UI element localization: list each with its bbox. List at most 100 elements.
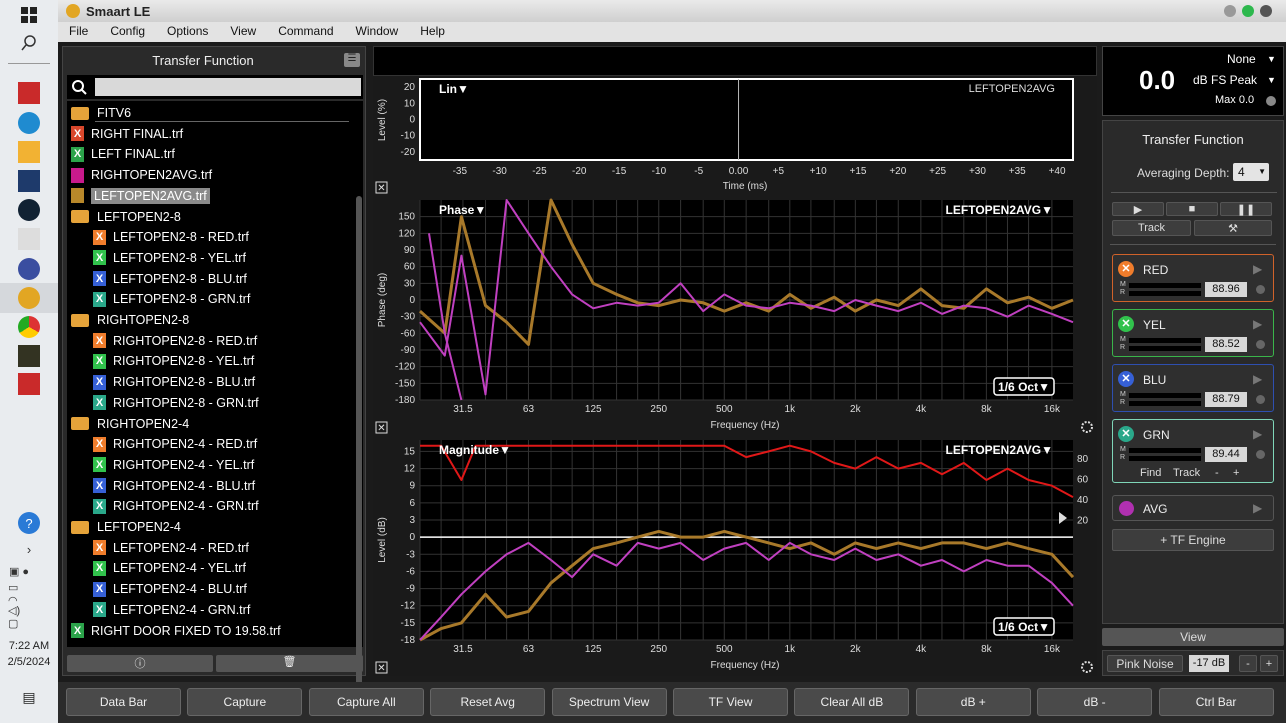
tree-file[interactable]: X LEFTOPEN2-8 - BLU.trf — [93, 269, 247, 289]
app-icon-red[interactable] — [18, 82, 40, 104]
menu-window[interactable]: Window — [345, 22, 410, 42]
tree-file[interactable]: X RIGHTOPEN2-8 - GRN.trf — [93, 393, 259, 413]
ctrl-button-capture[interactable]: Capture — [187, 688, 303, 716]
avg-channel[interactable]: AVG ▶ — [1112, 495, 1274, 521]
channel-blu[interactable]: ✕ BLU ▶ M R 88.79 — [1112, 364, 1274, 412]
magnitude-chart[interactable]: 15129630-3-6-9-12-15-1831.5 63 125 250 500 1k… — [373, 438, 1097, 676]
channel-yel[interactable]: ✕ YEL ▶ M R 88.52 — [1112, 309, 1274, 357]
tree-file[interactable]: RIGHTOPEN2AVG.trf — [71, 165, 212, 185]
phase-chart[interactable]: 150 120 90 60 30 0 -30 -60 -90 -120 -150 -180 31.5 63… — [373, 198, 1097, 436]
chevron-down-icon[interactable]: ▼ — [1267, 54, 1276, 64]
ctrl-button-clear-all-db[interactable]: Clear All dB — [794, 688, 910, 716]
tree-file[interactable]: X LEFTOPEN2-4 - RED.trf — [93, 538, 249, 558]
maximize-icon[interactable] — [1242, 5, 1254, 17]
stop-button[interactable]: ■ — [1166, 202, 1218, 216]
tf-engine-button[interactable]: + TF Engine — [1112, 529, 1274, 551]
plus-button[interactable]: + — [1233, 467, 1239, 479]
tools-icon[interactable]: ⚒ — [1194, 220, 1272, 236]
ctrl-button-db-[interactable]: dB - — [1037, 688, 1153, 716]
averaging-depth-select[interactable]: 4 ▼ — [1233, 163, 1269, 181]
channel-delay-value[interactable]: 88.52 — [1205, 337, 1247, 352]
pause-button[interactable]: ❚❚ — [1220, 202, 1272, 216]
search-icon[interactable] — [18, 32, 40, 54]
channel-delay-value[interactable]: 88.79 — [1205, 392, 1247, 407]
panel-menu-icon[interactable]: ☰ — [344, 53, 360, 67]
tree-file[interactable]: X LEFTOPEN2-8 - GRN.trf — [93, 289, 250, 309]
volume-icon[interactable]: ◁) ▢ — [8, 605, 30, 630]
view-button[interactable]: View — [1102, 628, 1284, 646]
close-icon[interactable] — [1260, 5, 1272, 17]
smaart-icon[interactable] — [18, 287, 40, 309]
tree-file[interactable]: X LEFT FINAL.trf — [71, 144, 175, 164]
tree-file[interactable]: LEFTOPEN2AVG.trf — [71, 186, 210, 206]
menu-options[interactable]: Options — [156, 22, 219, 42]
tree-folder[interactable]: LEFTOPEN2-4 — [71, 517, 181, 537]
channel-close-icon[interactable]: ✕ — [1118, 426, 1134, 442]
tray-icons[interactable]: ▣ ● — [8, 560, 30, 582]
channel-delay-value[interactable]: 88.96 — [1205, 282, 1247, 297]
play-icon[interactable]: ▶ — [1253, 262, 1262, 276]
tree-file[interactable]: X RIGHTOPEN2-8 - RED.trf — [93, 331, 257, 351]
clock-date[interactable]: 2/5/2024 — [0, 656, 58, 668]
tree-file[interactable]: X LEFTOPEN2-4 - GRN.trf — [93, 600, 250, 620]
tree-file[interactable]: X RIGHT DOOR FIXED TO 19.58.trf — [71, 621, 281, 641]
tree-file[interactable]: X RIGHT FINAL.trf — [71, 124, 183, 144]
tree-folder[interactable]: RIGHTOPEN2-8 — [71, 310, 189, 330]
menu-file[interactable]: File — [58, 22, 99, 42]
channel-close-icon[interactable]: ✕ — [1118, 316, 1134, 332]
channel-dot[interactable] — [1256, 285, 1265, 294]
play-button[interactable]: ▶ — [1112, 202, 1164, 216]
tree-file[interactable]: X RIGHTOPEN2-4 - YEL.trf — [93, 455, 254, 475]
track-button[interactable]: Track — [1112, 220, 1191, 236]
play-icon[interactable]: ▶ — [1253, 501, 1262, 515]
edge-icon[interactable] — [18, 112, 40, 134]
pink-minus-button[interactable]: - — [1239, 655, 1257, 672]
channel-dot[interactable] — [1256, 340, 1265, 349]
ctrl-button-spectrum-view[interactable]: Spectrum View — [551, 688, 667, 716]
tree-file[interactable]: X LEFTOPEN2-4 - BLU.trf — [93, 579, 247, 599]
channel-dot[interactable] — [1256, 450, 1265, 459]
channel-red[interactable]: ✕ RED ▶ M R 88.96 — [1112, 254, 1274, 302]
ctrl-button-db-[interactable]: dB + — [915, 688, 1031, 716]
search-input[interactable] — [95, 78, 361, 96]
chevron-down-icon[interactable]: ▼ — [1267, 75, 1276, 85]
info-button[interactable]: ⓘ — [67, 655, 213, 672]
channel-close-icon[interactable]: ✕ — [1118, 261, 1134, 277]
play-icon[interactable]: ▶ — [1253, 317, 1262, 331]
track-button[interactable]: Track — [1173, 467, 1200, 479]
channel-grn[interactable]: ✕ GRN ▶ M R 89.44 Find Track - + — [1112, 419, 1274, 483]
app-icon-blue[interactable] — [18, 258, 40, 280]
pink-noise-level[interactable]: -17 dB — [1189, 655, 1229, 672]
minimize-icon[interactable] — [1224, 5, 1236, 17]
notification-icon[interactable]: ▤ — [18, 686, 40, 708]
tree-file[interactable]: X LEFTOPEN2-8 - YEL.trf — [93, 248, 246, 268]
meter-source[interactable]: None — [1227, 52, 1256, 66]
find-button[interactable]: Find — [1140, 467, 1161, 479]
tree-file[interactable]: X RIGHTOPEN2-8 - YEL.trf — [93, 351, 254, 371]
chevron-right-icon[interactable]: › — [18, 538, 40, 560]
ctrl-button-reset-avg[interactable]: Reset Avg — [430, 688, 546, 716]
tree-file[interactable]: X RIGHTOPEN2-4 - RED.trf — [93, 434, 257, 454]
channel-delay-value[interactable]: 89.44 — [1205, 447, 1247, 462]
ctrl-button-ctrl-bar[interactable]: Ctrl Bar — [1158, 688, 1274, 716]
impulse-chart[interactable]: -35 -30 -25 -20 -15 -10 -5 0.00 +5 +10 +15 +20 +25 +3… — [373, 76, 1097, 196]
menu-config[interactable]: Config — [99, 22, 156, 42]
tree-file[interactable]: X RIGHTOPEN2-4 - GRN.trf — [93, 496, 259, 516]
tree-folder[interactable]: LEFTOPEN2-8 — [71, 207, 181, 227]
menu-command[interactable]: Command — [267, 22, 344, 42]
ctrl-button-capture-all[interactable]: Capture All — [308, 688, 424, 716]
channel-dot[interactable] — [1256, 395, 1265, 404]
pink-plus-button[interactable]: + — [1260, 655, 1278, 672]
menu-help[interactable]: Help — [409, 22, 456, 42]
pink-noise-button[interactable]: Pink Noise — [1107, 655, 1183, 672]
meter-mode[interactable]: dB FS Peak — [1193, 73, 1257, 87]
rew-icon[interactable] — [18, 170, 40, 192]
ctrl-button-data-bar[interactable]: Data Bar — [66, 688, 181, 716]
tree-folder[interactable]: FITV6 — [71, 103, 131, 123]
delete-button[interactable]: 🗑 — [216, 655, 363, 672]
meter-reset-dot[interactable] — [1266, 96, 1276, 106]
chrome-icon[interactable] — [18, 316, 40, 338]
tree-file[interactable]: X RIGHTOPEN2-8 - BLU.trf — [93, 372, 255, 392]
battery-wifi-icon[interactable]: ▭ ◠ — [8, 582, 30, 607]
minus-button[interactable]: - — [1215, 467, 1219, 479]
